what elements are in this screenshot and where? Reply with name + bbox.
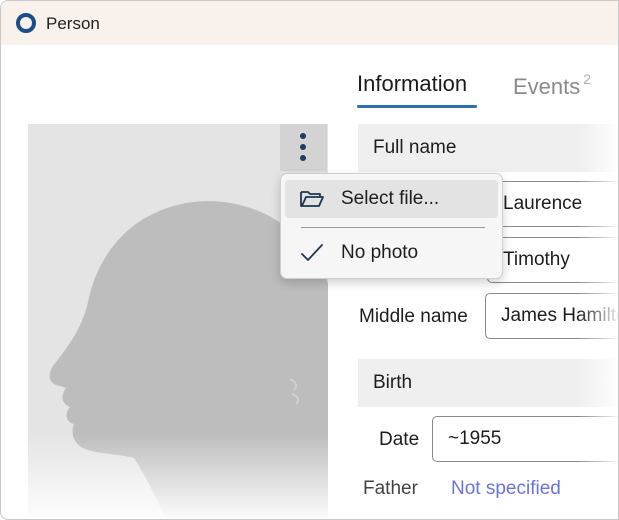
menu-item-label: Select file... <box>341 188 440 209</box>
checkmark-icon <box>299 243 325 268</box>
menu-item-select-file[interactable]: Select file... <box>285 180 498 218</box>
section-title: Full name <box>373 137 457 158</box>
field-value: Timothy <box>503 249 570 270</box>
tab-events-count: 2 <box>583 71 592 87</box>
photo-fade <box>28 434 328 519</box>
photo-context-menu: Select file... No photo <box>280 173 503 279</box>
field-value: ~1955 <box>448 428 502 449</box>
kebab-dot <box>300 133 306 139</box>
window-title: Person <box>46 14 100 33</box>
kebab-dot <box>300 155 306 161</box>
father-label: Father <box>363 478 418 499</box>
active-tab-indicator <box>357 105 477 108</box>
section-birth: Birth <box>358 359 618 407</box>
tab-events[interactable]: Events 2 <box>513 71 591 100</box>
father-link[interactable]: Not specified <box>451 478 561 500</box>
field-value: Laurence <box>503 193 583 214</box>
tab-events-label: Events <box>513 74 581 99</box>
middle-name-field[interactable]: James Hamilton <box>485 293 618 339</box>
kebab-dot <box>300 144 306 150</box>
first-name-field[interactable]: Laurence <box>487 181 618 227</box>
middle-name-label: Middle name <box>359 306 468 327</box>
tab-information[interactable]: Information <box>357 71 467 97</box>
section-title: Birth <box>373 372 413 393</box>
title-bar: Person <box>1 1 618 45</box>
birth-date-label: Date <box>379 429 420 450</box>
second-name-field[interactable]: Timothy <box>487 237 618 283</box>
photo-menu-button[interactable] <box>280 124 327 171</box>
app-ring-icon <box>16 13 36 33</box>
menu-item-no-photo[interactable]: No photo <box>285 234 498 272</box>
folder-open-icon <box>299 189 325 214</box>
menu-separator <box>301 227 485 228</box>
birth-date-field[interactable]: ~1955 <box>432 416 618 462</box>
field-value: James Hamilton <box>501 305 618 326</box>
person-window: Person Information Events 2 Select file..… <box>0 0 619 520</box>
section-full-name: Full name <box>358 124 618 172</box>
menu-item-label: No photo <box>341 242 419 263</box>
